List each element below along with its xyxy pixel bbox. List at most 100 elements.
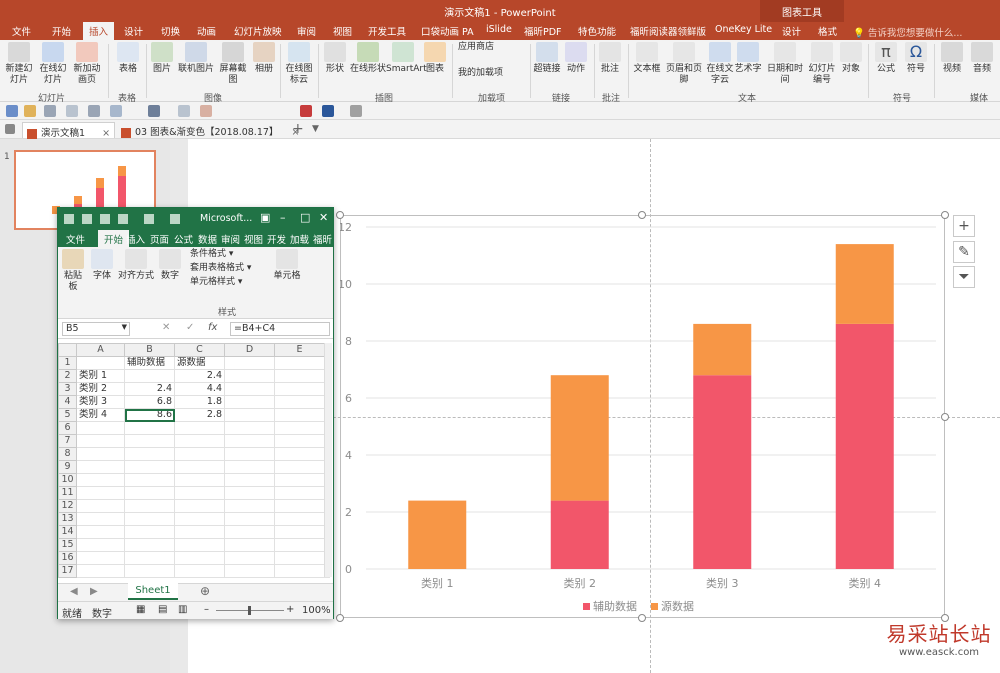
cell[interactable] xyxy=(124,460,175,474)
tab-pocket-animation[interactable]: 口袋动画 PA xyxy=(421,24,474,38)
chart-elements-plus-icon[interactable]: + xyxy=(953,215,975,237)
xl-tab-foxit[interactable]: 福昕 xyxy=(313,232,332,246)
scroll-left-icon[interactable]: ◀ xyxy=(70,586,78,597)
cell[interactable] xyxy=(224,395,275,409)
textbox-button[interactable]: 文本框 xyxy=(632,42,662,75)
name-box[interactable]: B5 ▼ xyxy=(62,322,130,336)
save-icon[interactable] xyxy=(6,105,18,117)
row-header[interactable]: 11 xyxy=(58,486,77,500)
chart-button[interactable]: 图表 xyxy=(422,42,448,75)
font-color-icon[interactable] xyxy=(300,105,312,117)
cell[interactable] xyxy=(76,525,125,539)
close-icon[interactable]: ✕ xyxy=(319,211,328,224)
number-button[interactable]: 数字 xyxy=(158,249,182,282)
restore-ribbon-icon[interactable]: ▣ xyxy=(260,211,270,224)
cell[interactable] xyxy=(124,551,175,565)
cell[interactable] xyxy=(274,369,325,383)
format-as-table-button[interactable]: 套用表格格式 ▾ xyxy=(190,263,270,274)
resize-handle[interactable] xyxy=(638,614,646,622)
scroll-right-icon[interactable]: ▶ xyxy=(90,586,98,597)
column-header[interactable]: C xyxy=(174,343,225,357)
symbol-button[interactable]: Ω 符号 xyxy=(902,42,930,75)
cancel-icon[interactable]: ✕ xyxy=(162,322,170,333)
cell[interactable] xyxy=(274,499,325,513)
cell[interactable] xyxy=(76,447,125,461)
doc-tab-active[interactable]: 演示文稿1 × xyxy=(22,122,116,139)
cell[interactable] xyxy=(274,395,325,409)
row-header[interactable]: 14 xyxy=(58,525,77,539)
column-header[interactable]: B xyxy=(124,343,175,357)
maximize-icon[interactable]: □ xyxy=(300,211,310,224)
row-header[interactable]: 3 xyxy=(58,382,77,396)
cell[interactable] xyxy=(76,356,125,370)
cell[interactable] xyxy=(174,525,225,539)
cell[interactable] xyxy=(174,473,225,487)
tell-me-search[interactable]: 💡 告诉我您想要做什么... xyxy=(853,25,962,39)
xl-tab-file[interactable]: 文件 xyxy=(66,232,85,246)
cell[interactable] xyxy=(124,512,175,526)
cell[interactable]: 2.4 xyxy=(174,369,225,383)
xl-tab-home[interactable]: 开始 xyxy=(98,230,130,248)
cell[interactable] xyxy=(224,369,275,383)
online-wordcloud-button[interactable]: 在线文字云 xyxy=(706,42,734,86)
resize-handle[interactable] xyxy=(941,211,949,219)
add-sheet-icon[interactable]: ⊕ xyxy=(200,584,210,598)
cell[interactable]: 1.8 xyxy=(174,395,225,409)
chart-filter-icon[interactable]: ⏷ xyxy=(953,266,975,288)
add-tab-icon[interactable]: + xyxy=(292,121,304,137)
cell[interactable] xyxy=(224,499,275,513)
print-icon[interactable] xyxy=(44,105,56,117)
cell[interactable] xyxy=(224,408,275,422)
chart-styles-brush-icon[interactable]: ✎ xyxy=(953,241,975,263)
resize-handle[interactable] xyxy=(336,211,344,219)
cell[interactable] xyxy=(224,382,275,396)
cell[interactable] xyxy=(174,434,225,448)
tab-islide[interactable]: iSlide xyxy=(486,24,512,35)
vertical-scrollbar[interactable] xyxy=(324,343,332,577)
cell[interactable] xyxy=(224,460,275,474)
cell-styles-button[interactable]: 单元格样式 ▾ xyxy=(190,277,270,288)
cell[interactable] xyxy=(124,486,175,500)
tab-view[interactable]: 视图 xyxy=(333,24,352,38)
cell[interactable] xyxy=(274,564,325,578)
cell[interactable] xyxy=(274,382,325,396)
cell[interactable] xyxy=(274,447,325,461)
cell[interactable] xyxy=(274,538,325,552)
touch-mode-icon[interactable] xyxy=(118,214,128,224)
clipboard-button[interactable]: 粘贴板 xyxy=(60,249,86,293)
cell[interactable] xyxy=(224,434,275,448)
object-button[interactable]: 对象 xyxy=(838,42,864,75)
tab-foxit-reader[interactable]: 福昕阅读器领鲜版 xyxy=(630,24,706,38)
row-header[interactable]: 10 xyxy=(58,473,77,487)
zoom-slider-thumb[interactable] xyxy=(248,606,251,615)
tab-insert[interactable]: 插入 xyxy=(83,22,115,40)
cell[interactable]: 6.8 xyxy=(124,395,175,409)
online-picture-button[interactable]: 联机图片 xyxy=(176,42,216,75)
cell[interactable] xyxy=(274,434,325,448)
online-icon-cloud-button[interactable]: 在线图标云 xyxy=(284,42,314,86)
cell[interactable] xyxy=(174,512,225,526)
cell[interactable] xyxy=(174,486,225,500)
cell[interactable] xyxy=(124,564,175,578)
cell[interactable] xyxy=(224,421,275,435)
excel-window[interactable]: Microsoft... ▣ – □ ✕ 文件 开始 插入 页面 公式 数据 审… xyxy=(57,207,334,620)
cell[interactable] xyxy=(76,538,125,552)
font-button[interactable]: 字体 xyxy=(90,249,114,282)
audio-button[interactable]: 音频 xyxy=(968,42,996,75)
cell[interactable] xyxy=(76,421,125,435)
zoom-icon[interactable] xyxy=(170,214,180,224)
home-icon[interactable] xyxy=(5,124,15,134)
cell[interactable]: 类别 2 xyxy=(76,382,125,396)
cell[interactable] xyxy=(224,538,275,552)
close-tab-icon[interactable]: × xyxy=(102,128,110,139)
table-button[interactable]: 表格 xyxy=(114,42,142,75)
screenshot-button[interactable]: 屏幕截图 xyxy=(216,42,250,86)
zoom-in-icon[interactable]: + xyxy=(286,604,294,615)
cell[interactable] xyxy=(274,512,325,526)
conditional-format-button[interactable]: 条件格式 ▾ xyxy=(190,249,270,260)
resize-handle[interactable] xyxy=(638,211,646,219)
cell[interactable] xyxy=(174,564,225,578)
insert-function-icon[interactable]: fx xyxy=(208,322,217,333)
formula-input[interactable]: =B4+C4 xyxy=(230,322,330,336)
cell[interactable]: 4.4 xyxy=(174,382,225,396)
